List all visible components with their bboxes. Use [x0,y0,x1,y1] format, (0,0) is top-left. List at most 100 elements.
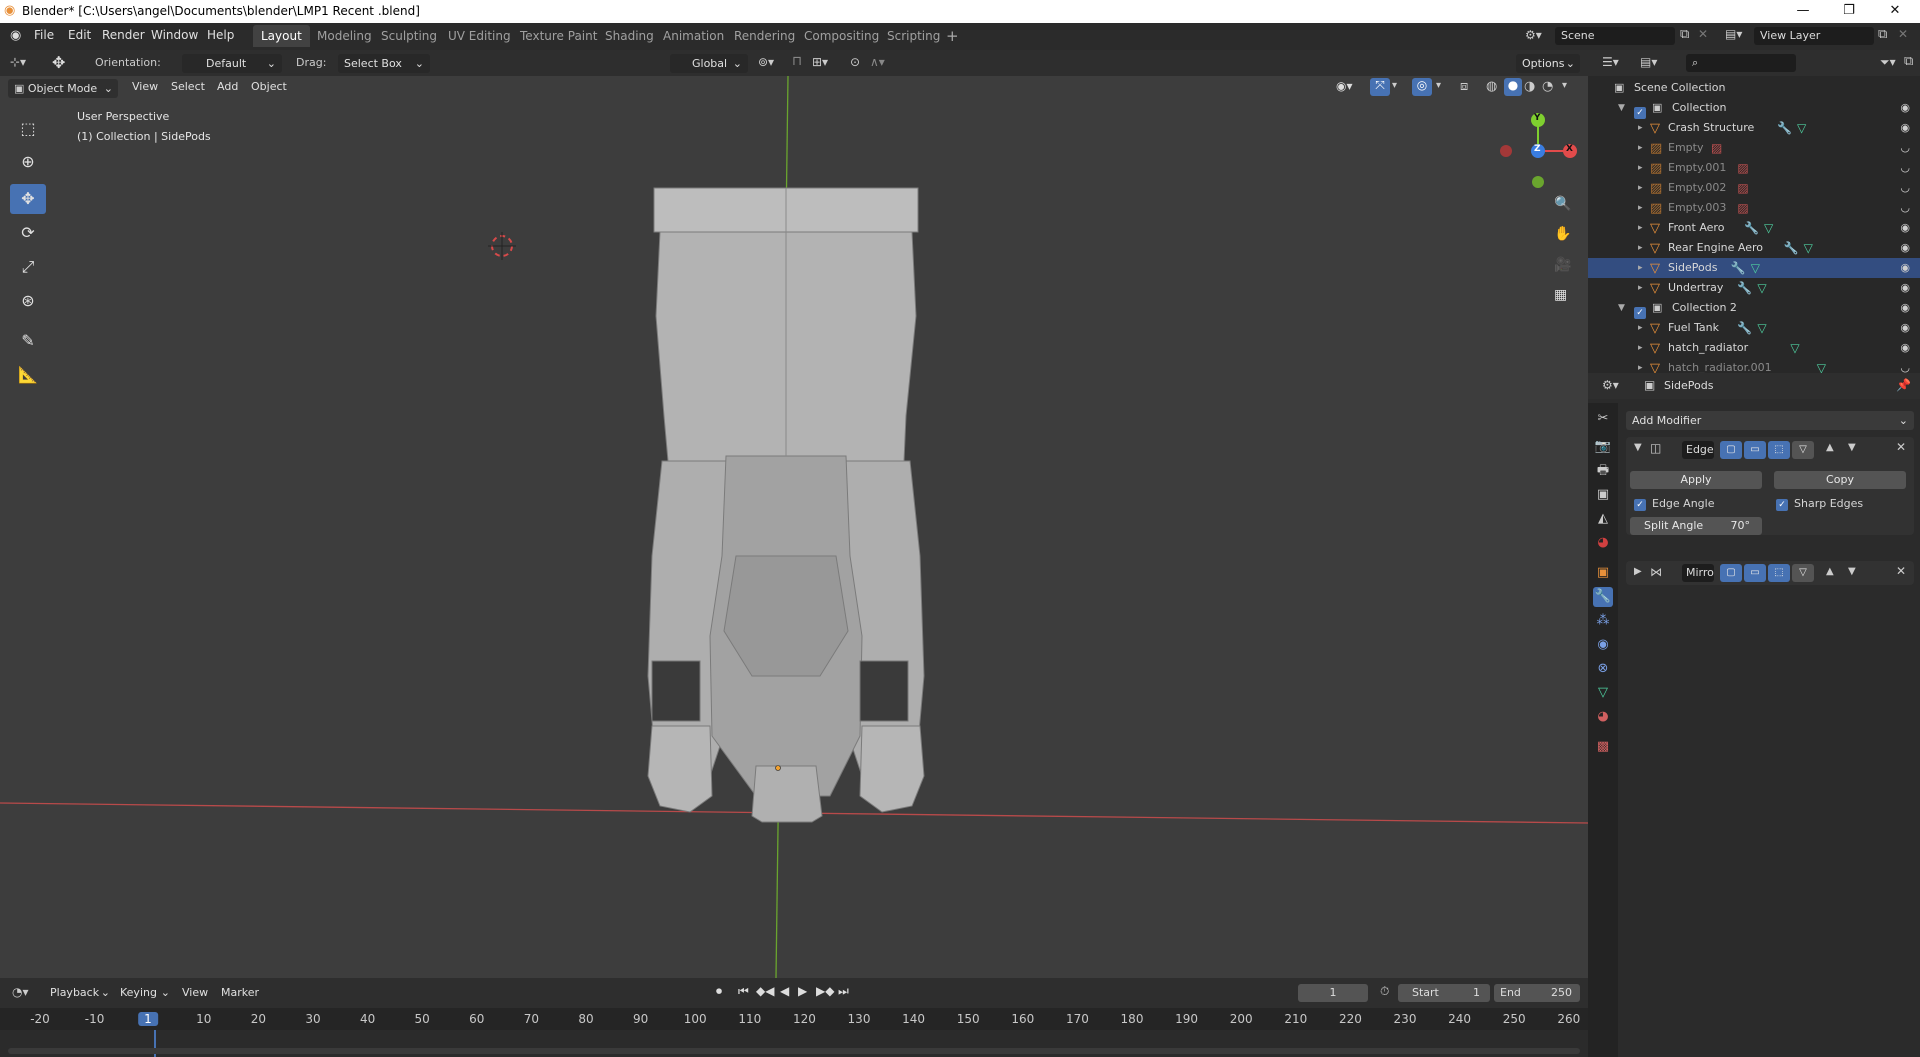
outliner-row[interactable]: ▼ ✓ ▣ Collection ◉ [1588,98,1920,119]
tab-uv-editing[interactable]: UV Editing [440,25,519,47]
add-modifier-dropdown[interactable]: Add Modifier ⌄ [1626,411,1914,430]
tab-texture-paint[interactable]: Texture Paint [512,25,605,47]
mesh-data-icon[interactable]: ▽ [1797,118,1806,138]
object-data-props-icon[interactable]: ▽ [1593,683,1613,703]
3d-viewport[interactable]: Y X Z ▣ Object Mode ⌄ View Select Add Obj… [0,76,1588,978]
modifier-name-field[interactable]: Edge [1682,441,1714,459]
collapse-arrow-icon[interactable]: ▼ [1634,442,1642,453]
editor-type-icon[interactable]: ⊹▾ [10,55,26,69]
viewport-menu-object[interactable]: Object [251,80,287,93]
tool-props-icon[interactable]: ✂ [1593,409,1613,429]
xray-icon[interactable]: ⧈ [1460,79,1468,94]
expand-arrow-icon[interactable]: ▸ [1638,238,1643,258]
minimize-button[interactable]: — [1780,0,1826,23]
timeline-ruler[interactable]: -20 -10 1 10 20 30 40 50 60 70 80 90 100 110 120 130 140… [0,1008,1588,1030]
scene-selector-icon[interactable]: ⚙▾ [1525,28,1542,42]
mirror-realtime-toggle-icon[interactable]: ▢ [1720,564,1742,582]
maximize-button[interactable]: ❐ [1826,0,1872,23]
delete-scene-icon[interactable]: ✕ [1698,27,1708,41]
outliner-editor-icon[interactable]: ☰▾ [1602,55,1619,69]
expand-arrow-icon[interactable]: ▸ [1638,258,1643,278]
eye-closed-icon[interactable]: ◡ [1900,178,1910,198]
overlays-toggle-icon[interactable]: ◎ [1412,78,1432,96]
blender-menu-icon[interactable]: ◉ [10,28,21,43]
timeline-editor-icon[interactable]: ◔▾ [12,985,29,999]
tab-rendering[interactable]: Rendering [726,25,803,47]
timeline-menu-view[interactable]: View [182,986,208,999]
tab-animation[interactable]: Animation [655,25,732,47]
mesh-data-icon[interactable]: ▽ [1790,338,1799,358]
move-tool-button-icon[interactable]: ✥ [10,184,46,214]
expand-arrow-icon[interactable]: ▸ [1638,278,1643,298]
split-angle-field[interactable]: Split Angle 70° [1630,517,1762,535]
eye-icon[interactable]: ◉ [1900,278,1910,298]
orientation-dropdown[interactable]: Default ⌄ [182,54,282,73]
solid-shading-icon[interactable]: ● [1504,78,1522,96]
viewport-menu-add[interactable]: Add [217,80,238,93]
transform-orientation-dropdown[interactable]: Global ⌄ [670,54,748,73]
timeline-scrollbar[interactable] [8,1048,1580,1054]
outliner-root-row[interactable]: ▣ Scene Collection [1588,78,1920,98]
eye-icon[interactable]: ◉ [1900,298,1910,318]
mesh-data-icon[interactable]: ▽ [1751,258,1760,278]
new-scene-icon[interactable]: ⧉ [1680,27,1689,42]
physics-props-icon[interactable]: ◉ [1593,635,1613,655]
mirror-move-down-icon[interactable]: ▼ [1848,566,1856,577]
record-icon[interactable]: ⏺ [716,984,722,999]
add-workspace-icon[interactable]: + [946,27,959,45]
modifier-wrench-icon[interactable]: 🔧 [1737,278,1752,298]
viewport-canvas[interactable] [0,76,1588,978]
rotate-tool-icon[interactable]: ⟳ [10,218,46,248]
outliner-row[interactable]: ▸ ▨ Empty.001 ▨ ◡ [1588,158,1920,178]
outliner-row[interactable]: ▸ ▽ Front Aero 🔧 ▽ ◉ [1588,218,1920,238]
copy-button[interactable]: Copy [1774,471,1906,489]
object-mode-dropdown[interactable]: ▣ Object Mode ⌄ [8,79,118,98]
overlays-dropdown-icon[interactable]: ▾ [1436,80,1441,91]
outliner-row[interactable]: ▸ ▨ Empty ▨ ◡ [1588,138,1920,158]
expand-arrow-icon[interactable]: ▸ [1638,138,1643,158]
expand-arrow-icon[interactable]: ▸ [1638,178,1643,198]
outliner-row[interactable]: ▸ ▽ Crash Structure 🔧 ▽ ◉ [1588,118,1920,138]
tab-scripting[interactable]: Scripting [879,25,948,47]
ortho-toggle-icon[interactable]: ▦ [1554,287,1567,303]
eye-icon[interactable]: ◉ [1900,98,1910,118]
output-props-icon[interactable]: 🖶 [1593,461,1613,481]
modifier-wrench-icon[interactable]: 🔧 [1731,258,1746,278]
expand-arrow-icon[interactable]: ▸ [1638,198,1643,218]
expand-arrow-icon[interactable]: ▼ [1618,298,1625,318]
texture-props-icon[interactable]: ▩ [1593,737,1613,757]
jump-start-icon[interactable]: ⏮ [738,984,749,999]
edge-angle-checkbox[interactable]: ✓ [1634,497,1646,511]
modifier-props-icon[interactable]: 🔧 [1593,587,1613,607]
sharp-edges-checkbox[interactable]: ✓ [1776,497,1788,511]
render-props-icon[interactable]: 📷 [1593,437,1613,457]
wireframe-shading-icon[interactable]: ◍ [1486,79,1497,94]
rendered-shading-icon[interactable]: ◔ [1542,79,1553,94]
menu-edit[interactable]: Edit [68,28,91,42]
camera-view-icon[interactable]: 🎥 [1554,257,1571,273]
frame-start-field[interactable]: Start 1 [1398,984,1490,1002]
move-up-icon[interactable]: ▲ [1826,442,1834,453]
mirror-editmode-toggle-icon[interactable]: ⬚ [1768,564,1790,582]
menu-file[interactable]: File [34,28,54,42]
close-window-button[interactable]: ✕ [1872,0,1918,23]
material-shading-icon[interactable]: ◑ [1524,79,1535,94]
move-down-icon[interactable]: ▼ [1848,442,1856,453]
modifier-wrench-icon[interactable]: 🔧 [1744,218,1759,238]
snap-icon[interactable]: ⊓ [792,54,802,69]
scale-tool-icon[interactable]: ⤢ [10,252,46,282]
pan-view-icon[interactable]: ✋ [1554,226,1571,242]
annotate-tool-icon[interactable]: ✎ [10,326,46,356]
view-layer-field[interactable]: View Layer [1754,27,1874,45]
eye-icon[interactable]: ◉ [1900,218,1910,238]
object-props-icon[interactable]: ▣ [1593,563,1613,583]
gizmo-toggle-icon[interactable]: ⤧ [1370,78,1390,96]
eye-closed-icon[interactable]: ◡ [1900,138,1910,158]
transform-tool-icon[interactable]: ⊛ [10,286,46,316]
mirror-render-toggle-icon[interactable]: ▭ [1744,564,1766,582]
outliner-row[interactable]: ▼ ✓ ▣ Collection 2 ◉ [1588,298,1920,319]
play-icon[interactable]: ▶ [798,984,807,998]
particles-props-icon[interactable]: ⁂ [1593,611,1613,631]
mesh-data-icon[interactable]: ▽ [1764,218,1773,238]
menu-help[interactable]: Help [207,28,234,42]
